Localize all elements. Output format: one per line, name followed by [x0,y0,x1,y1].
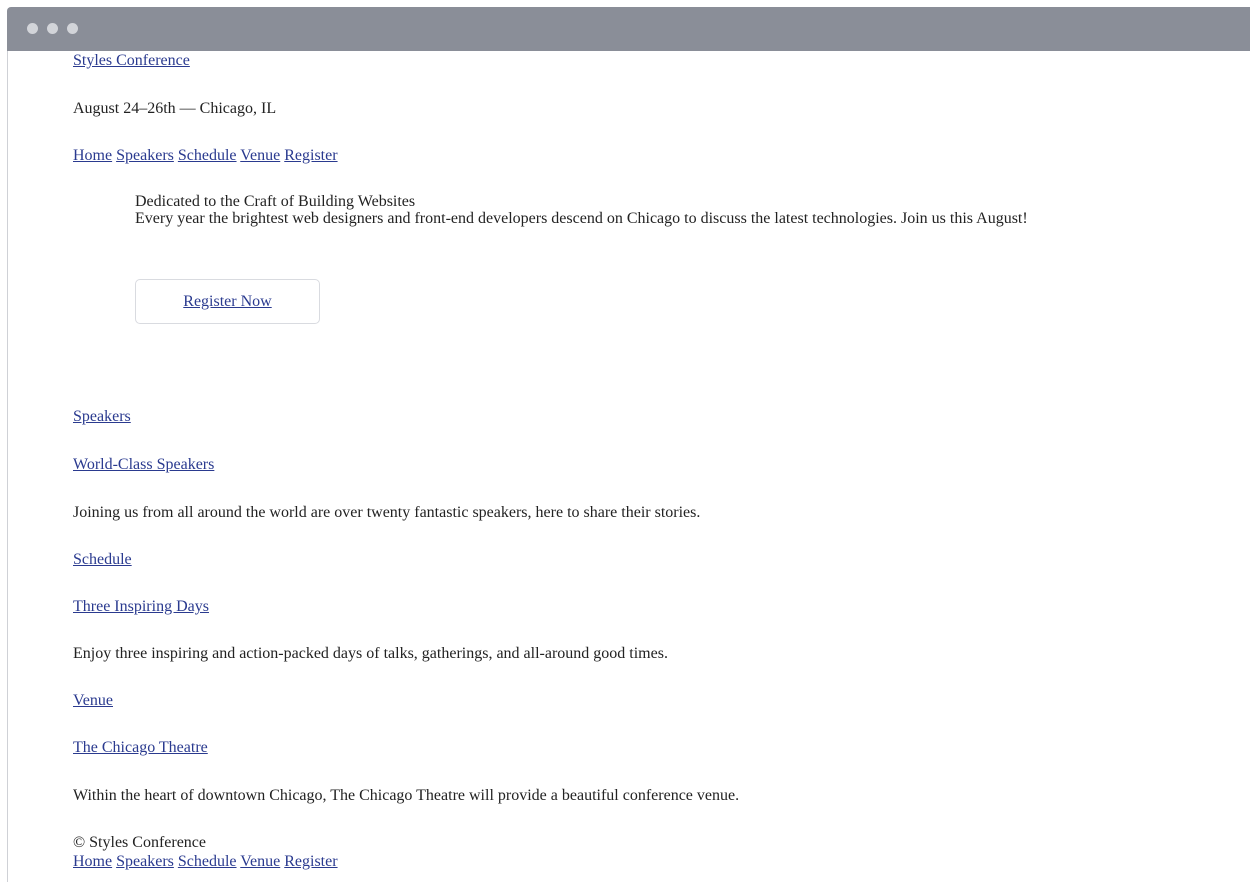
footer-nav-speakers[interactable]: Speakers [116,853,174,870]
hero-description: Every year the brightest web designers a… [135,210,1028,227]
section-venue-link[interactable]: Venue [73,692,113,709]
section-speakers-link[interactable]: Speakers [73,408,131,425]
hero-section: Dedicated to the Craft of Building Websi… [135,193,1135,227]
window-close-dot-icon[interactable] [27,23,38,34]
section-venue-heading[interactable]: The Chicago Theatre [73,739,208,756]
nav-venue[interactable]: Venue [240,147,280,164]
section-speakers-heading[interactable]: World-Class Speakers [73,456,214,473]
nav-home[interactable]: Home [73,147,112,164]
footer-nav-home[interactable]: Home [73,853,112,870]
nav-register[interactable]: Register [284,147,337,164]
nav-speakers[interactable]: Speakers [116,147,174,164]
event-dates: August 24–26th — Chicago, IL [73,100,277,117]
register-now-link[interactable]: Register Now [183,293,271,310]
hero-tagline: Dedicated to the Craft of Building Websi… [135,193,416,210]
window-titlebar [7,7,1250,51]
logo-link[interactable]: Styles Conference [73,52,190,69]
section-speakers-text: Joining us from all around the world are… [73,504,701,521]
window-maximize-dot-icon[interactable] [67,23,78,34]
section-schedule-link[interactable]: Schedule [73,551,132,568]
section-venue-text: Within the heart of downtown Chicago, Th… [73,787,740,804]
section-schedule-text: Enjoy three inspiring and action-packed … [73,645,668,662]
footer-nav: Home Speakers Schedule Venue Register [73,853,338,870]
footer-nav-register[interactable]: Register [284,853,337,870]
nav-schedule[interactable]: Schedule [178,147,237,164]
primary-nav: Home Speakers Schedule Venue Register [73,147,338,164]
window-left-border [7,51,8,882]
window-minimize-dot-icon[interactable] [47,23,58,34]
footer-nav-schedule[interactable]: Schedule [178,853,237,870]
section-schedule-heading[interactable]: Three Inspiring Days [73,598,209,615]
browser-window: Styles Conference August 24–26th — Chica… [0,0,1250,882]
register-now-button[interactable]: Register Now [135,279,320,324]
footer-copyright: © Styles Conference [73,834,207,851]
footer-nav-venue[interactable]: Venue [240,853,280,870]
